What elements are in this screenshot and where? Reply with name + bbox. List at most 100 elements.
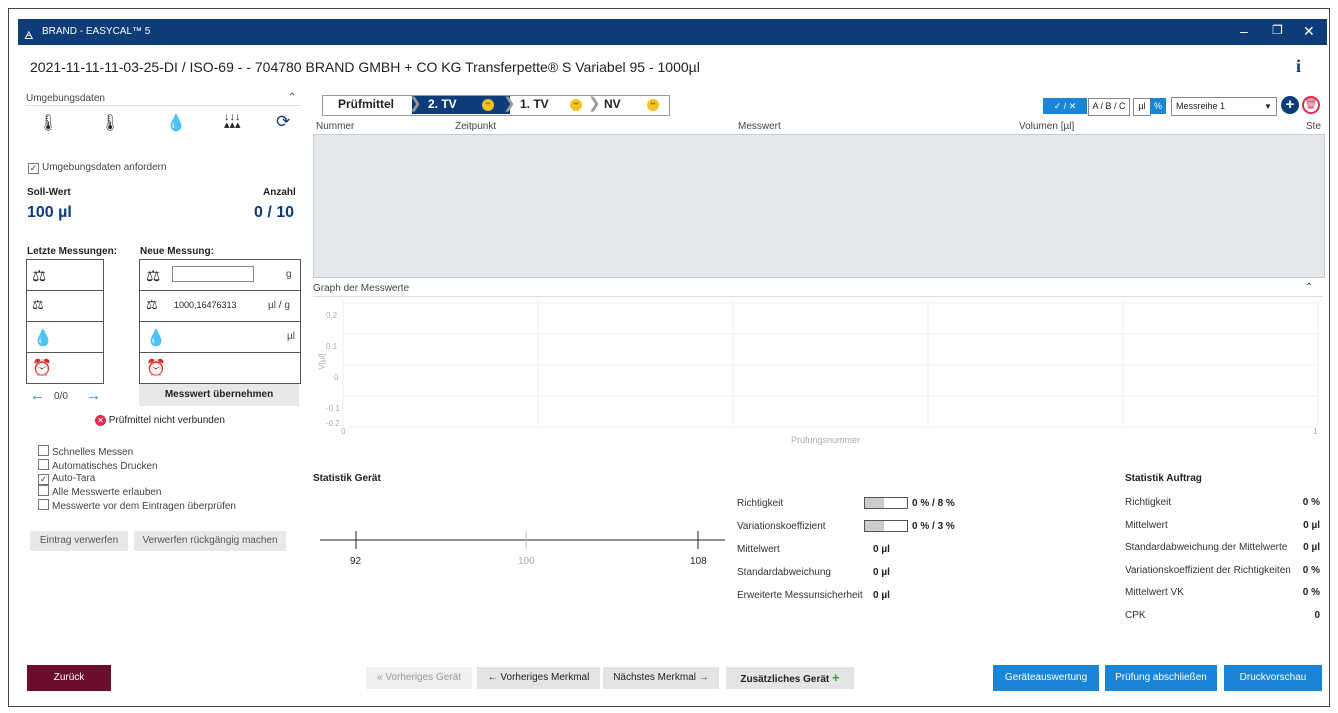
y-ticks: 0.2 0.1 0 -0.1 [326, 300, 340, 424]
new-density-cell: ⚖ 1000,16476313 µl / g [139, 290, 301, 323]
stat-label: Variationskoeffizient der Richtigkeiten [1125, 564, 1291, 576]
prev-geraet-button[interactable]: « Vorheriges Gerät [366, 667, 472, 689]
stat-label: Erweiterte Messunsicherheit [737, 590, 863, 601]
thermometer-water-icon: 🌡 [100, 115, 121, 132]
stat-label: Mittelwert [1125, 519, 1168, 531]
rueckgaengig-button[interactable]: Verwerfen rückgängig machen [134, 531, 286, 551]
letzte-label: Letzte Messungen: [27, 246, 118, 257]
neutral-face-icon: •• [647, 99, 659, 111]
arrow-right-icon: → [698, 672, 709, 683]
stat-value: 0 µl [1303, 542, 1320, 553]
option-label: Auto-Tara [52, 473, 96, 484]
alarm-clock-icon: ⏰ [146, 360, 166, 377]
anfordern-checkbox[interactable]: ✓ Umgebungsdaten anfordern [28, 162, 167, 174]
chevron-right-icon: ❯ [503, 95, 516, 112]
zusatz-label: Zusätzliches Gerät [740, 674, 830, 685]
window-title: BRAND - EASYCAL™ 5 [42, 26, 151, 37]
error-text: Prüfmittel nicht verbunden [108, 415, 225, 426]
abschliessen-button[interactable]: Prüfung abschließen [1105, 665, 1217, 691]
stat-value: 0 µl [873, 567, 890, 578]
option-messwerte-pruefen[interactable]: Messwerte vor dem Eintragen überprüfen [38, 499, 236, 513]
scale-label-center: 100 [518, 556, 535, 567]
verwerfen-button[interactable]: Eintrag verwerfen [30, 531, 128, 551]
thermometer-air-icon: 🌡 [38, 115, 59, 132]
col-zeitpunkt[interactable]: Zeitpunkt [455, 121, 496, 132]
graph-header[interactable]: Graph der Messwerte ⌃ [313, 282, 1323, 297]
last-time-cell: ⏰ [26, 352, 104, 384]
close-icon[interactable]: ✕ [1303, 23, 1315, 40]
col-messwert[interactable]: Messwert [738, 121, 781, 132]
measurement-table[interactable] [313, 134, 1325, 278]
tab-2tv[interactable]: 2. TV [428, 95, 457, 114]
x-tick-start: 0 [341, 427, 346, 436]
prev-arrow-icon[interactable]: ← [30, 387, 45, 404]
collapse-up-icon[interactable]: ⌃ [288, 92, 296, 103]
vx-toggle[interactable]: ✓ / ✕ [1043, 98, 1087, 114]
series-select[interactable]: Messreihe 1 ▼ [1171, 97, 1277, 116]
minimize-icon[interactable]: – [1240, 23, 1248, 39]
stat-label: Richtigkeit [737, 498, 784, 509]
uebernehmen-button[interactable]: Messwert übernehmen [139, 384, 299, 406]
stat-label: Mittelwert [737, 544, 780, 555]
stat-value: 0 µl [873, 544, 890, 555]
x-axis-label: Prüfungsnummer [791, 435, 861, 445]
info-icon[interactable]: i [1296, 56, 1301, 77]
druckvorschau-button[interactable]: Druckvorschau [1224, 665, 1322, 691]
last-weight-cell: ⚖ [26, 259, 104, 292]
option-label: Alle Messwerte erlauben [52, 487, 162, 498]
stat-auftrag-title: Statistik Auftrag [1125, 473, 1202, 484]
option-label: Schnelles Messen [52, 447, 134, 458]
stat-value: 0 µl [873, 590, 890, 601]
col-volumen[interactable]: Volumen [µl] [1019, 121, 1074, 132]
drop-icon: 💧 [146, 330, 166, 347]
y-tick-min: -0.2 [326, 419, 340, 428]
density-icon: ⚖ [146, 297, 158, 312]
stat-label: Standardabweichung [737, 567, 831, 578]
y-tick: 0.2 [326, 311, 338, 320]
next-arrow-icon[interactable]: → [86, 387, 101, 404]
auswertung-button[interactable]: Geräteauswertung [993, 665, 1099, 691]
stat-geraet-values-top: 0 % / 8 % 0 % / 3 % [912, 492, 955, 538]
neutral-face-icon: •• [482, 99, 494, 111]
stat-geraet-labels: Richtigkeit Variationskoeffizient Mittel… [737, 492, 863, 607]
drop-icon: 💧 [33, 330, 53, 347]
unit-ulg: µl / g [268, 300, 290, 311]
percent-toggle[interactable]: % [1150, 98, 1166, 114]
add-series-icon[interactable]: + [1281, 96, 1299, 114]
option-schnelles-messen[interactable]: Schnelles Messen [38, 445, 236, 459]
option-auto-tara[interactable]: ✓ Auto-Tara [38, 473, 236, 485]
zusatz-geraet-button[interactable]: Zusätzliches Gerät + [726, 667, 854, 689]
abc-toggle[interactable]: A / B / C [1088, 98, 1130, 116]
weight-input[interactable] [172, 266, 254, 282]
tab-active-bg [412, 96, 510, 114]
zurueck-button[interactable]: Zurück [27, 665, 111, 691]
app-logo-icon: 🜁 [24, 30, 34, 42]
density-icon: ⚖ [32, 297, 44, 312]
stat-value: 0 µl [1303, 519, 1320, 531]
option-automatisches-drucken[interactable]: Automatisches Drucken [38, 459, 236, 473]
tab-nv[interactable]: NV [604, 95, 621, 114]
unit-g: g [286, 269, 292, 280]
unit-ul: µl [287, 331, 295, 342]
refresh-icon[interactable]: ⟳ [276, 112, 290, 132]
restore-icon[interactable]: ❐ [1272, 23, 1283, 37]
option-label: Messwerte vor dem Eintragen überprüfen [52, 501, 236, 512]
stat-value: 0 [1314, 609, 1320, 621]
prev-merkmal-button[interactable]: ← Vorheriges Merkmal [477, 667, 600, 689]
next-merkmal-button[interactable]: Nächstes Merkmal → [603, 667, 719, 689]
neue-label: Neue Messung: [140, 246, 214, 257]
col-nummer[interactable]: Nummer [316, 121, 354, 132]
tab-1tv[interactable]: 1. TV [520, 95, 549, 114]
col-ste[interactable]: Ste [1306, 121, 1321, 132]
option-alle-messwerte[interactable]: Alle Messwerte erlauben [38, 485, 236, 499]
umgebung-header[interactable]: Umgebungsdaten ⌃ [26, 92, 301, 106]
page-title: 2021-11-11-11-03-25-DI / ISO-69 - - 7047… [30, 59, 700, 75]
error-icon: ✕ [95, 415, 106, 426]
density-value: 1000,16476313 [174, 300, 237, 310]
delete-series-icon[interactable]: 🗑 [1302, 96, 1320, 114]
ul-toggle[interactable]: µl [1133, 98, 1151, 116]
collapse-up-icon[interactable]: ⌃ [1305, 282, 1313, 293]
alarm-clock-icon: ⏰ [32, 360, 52, 377]
tab-pruefmittel[interactable]: Prüfmittel [338, 95, 394, 114]
prev-merkmal-label: Vorheriges Merkmal [500, 672, 590, 683]
